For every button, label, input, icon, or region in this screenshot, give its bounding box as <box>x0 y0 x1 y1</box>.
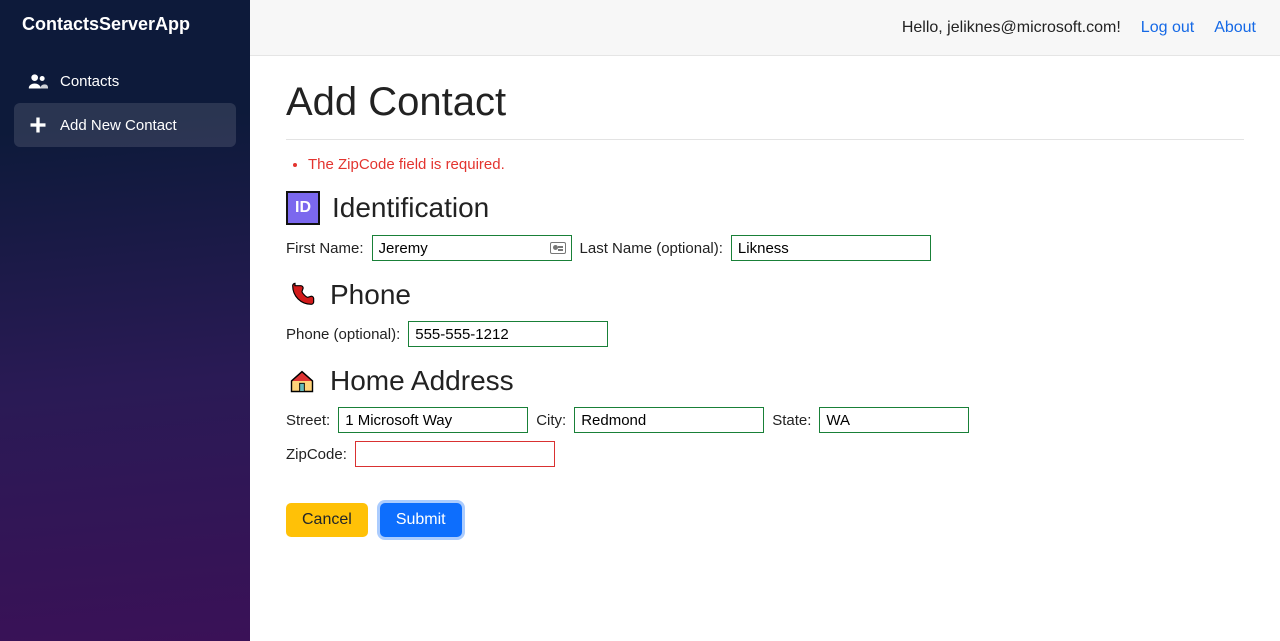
logout-link[interactable]: Log out <box>1141 19 1194 37</box>
last-name-input[interactable] <box>731 235 931 261</box>
first-name-input[interactable] <box>372 235 572 261</box>
first-name-label: First Name: <box>286 240 364 257</box>
section-title: Phone <box>330 279 411 311</box>
last-name-label: Last Name (optional): <box>580 240 723 257</box>
validation-error-item: The ZipCode field is required. <box>308 156 1244 173</box>
sidebar-item-contacts[interactable]: Contacts <box>14 59 236 103</box>
sidebar-item-label: Contacts <box>60 73 119 90</box>
section-title: Home Address <box>330 365 514 397</box>
id-badge-icon: ID <box>286 191 320 225</box>
app-title: ContactsServerApp <box>0 0 250 49</box>
city-input[interactable] <box>574 407 764 433</box>
topbar: Hello, jeliknes@microsoft.com! Log out A… <box>250 0 1280 56</box>
sidebar-nav: Contacts Add New Contact <box>0 49 250 147</box>
city-label: City: <box>536 412 566 429</box>
state-label: State: <box>772 412 811 429</box>
section-identification: ID Identification <box>286 191 1244 225</box>
main: Hello, jeliknes@microsoft.com! Log out A… <box>250 0 1280 641</box>
zip-label: ZipCode: <box>286 446 347 463</box>
section-title: Identification <box>332 192 489 224</box>
sidebar-item-label: Add New Contact <box>60 117 177 134</box>
house-icon <box>286 365 318 397</box>
state-input[interactable] <box>819 407 969 433</box>
zip-input[interactable] <box>355 441 555 467</box>
phone-label: Phone (optional): <box>286 326 400 343</box>
people-icon <box>28 71 48 91</box>
cancel-button[interactable]: Cancel <box>286 503 368 537</box>
sidebar-item-add-contact[interactable]: Add New Contact <box>14 103 236 147</box>
contact-card-icon <box>550 242 566 254</box>
page-title: Add Contact <box>286 80 1244 125</box>
phone-icon <box>286 279 318 311</box>
street-input[interactable] <box>338 407 528 433</box>
section-address: Home Address <box>286 365 1244 397</box>
user-greeting: Hello, jeliknes@microsoft.com! <box>902 19 1121 37</box>
about-link[interactable]: About <box>1214 19 1256 37</box>
plus-icon <box>28 115 48 135</box>
street-label: Street: <box>286 412 330 429</box>
content: Add Contact The ZipCode field is require… <box>250 56 1280 555</box>
phone-input[interactable] <box>408 321 608 347</box>
form-actions: Cancel Submit <box>286 503 1244 537</box>
submit-button[interactable]: Submit <box>380 503 462 537</box>
validation-errors: The ZipCode field is required. <box>308 156 1244 173</box>
sidebar: ContactsServerApp Contacts Add New Conta… <box>0 0 250 641</box>
divider <box>286 139 1244 140</box>
section-phone: Phone <box>286 279 1244 311</box>
